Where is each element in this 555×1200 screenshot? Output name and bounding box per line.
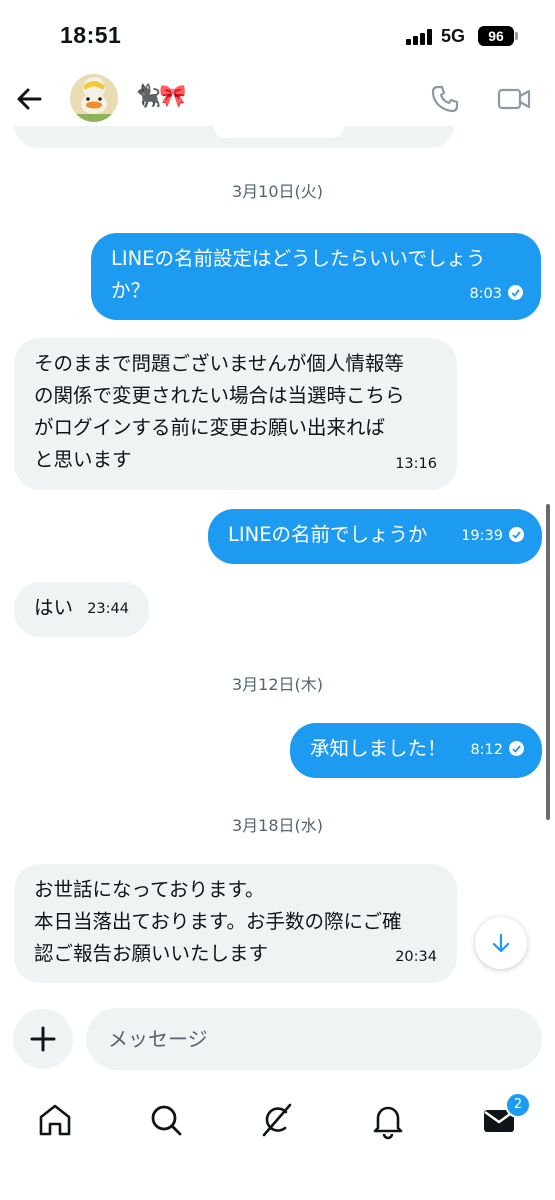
grok-icon	[262, 1103, 292, 1137]
nav-grok[interactable]	[255, 1098, 299, 1142]
avatar[interactable]	[70, 74, 118, 122]
battery-level: 96	[478, 26, 514, 46]
video-call-button[interactable]	[496, 84, 532, 114]
date-separator: 3月18日(水)	[231, 816, 324, 835]
bottom-navigation: 2	[0, 1080, 555, 1200]
message-text: お世話になっております。 本日当落出ております。お手数の際にご確 認ご報告お願い…	[34, 878, 402, 965]
add-attachment-button[interactable]	[13, 1009, 73, 1069]
message-composer	[0, 1000, 555, 1080]
message-input[interactable]	[86, 1008, 542, 1070]
back-button[interactable]	[12, 82, 46, 116]
message-time: 19:39	[461, 528, 503, 544]
message-time: 13:16	[395, 456, 437, 472]
message-incoming[interactable]: お世話になっております。 本日当落出ております。お手数の際にご確 認ご報告お願い…	[14, 864, 457, 983]
message-outgoing[interactable]: LINEの名前設定はどうしたらいいでしょう か？ 8:03	[91, 233, 541, 320]
search-icon	[151, 1105, 182, 1136]
read-check-icon	[508, 285, 523, 300]
message-meta: 8:12	[470, 734, 524, 766]
message-time: 8:12	[470, 742, 503, 758]
message-time: 23:44	[87, 601, 129, 617]
message-incoming[interactable]: はい 23:44	[14, 582, 149, 637]
scrollbar-thumb[interactable]	[546, 504, 550, 820]
read-check-icon	[509, 527, 524, 542]
contact-name[interactable]: 🐈‍⬛🎀	[134, 84, 187, 109]
messages-badge: 2	[505, 1092, 531, 1118]
message-time: 20:34	[395, 949, 437, 965]
battery-tip	[515, 32, 518, 40]
message-list[interactable]: 3月10日(火) LINEの名前設定はどうしたらいいでしょう か？ 8:03 そ…	[0, 126, 555, 1000]
nav-home[interactable]	[33, 1098, 77, 1142]
plus-icon	[30, 1026, 56, 1052]
message-meta: 19:39	[461, 520, 524, 552]
scroll-to-bottom-button[interactable]	[475, 917, 527, 969]
date-separator: 3月12日(木)	[231, 675, 324, 694]
nav-notifications[interactable]	[366, 1098, 410, 1142]
previous-message-quote	[214, 126, 344, 138]
nav-search[interactable]	[144, 1098, 188, 1142]
message-outgoing[interactable]: LINEの名前でしょうか 19:39	[208, 509, 542, 564]
status-time: 18:51	[60, 22, 122, 48]
date-separator: 3月10日(火)	[231, 182, 324, 201]
status-bar: 18:51 5G 96	[0, 0, 555, 72]
message-incoming[interactable]: そのままで問題ございませんが個人情報等 の関係で変更されたい場合は当選時こちら …	[14, 338, 457, 490]
message-text: そのままで問題ございませんが個人情報等 の関係で変更されたい場合は当選時こちら …	[34, 352, 405, 471]
signal-icon	[406, 29, 436, 45]
back-arrow-icon	[17, 88, 42, 110]
scroll-down-icon	[492, 933, 510, 953]
home-icon	[39, 1104, 71, 1136]
bell-icon	[373, 1106, 403, 1140]
network-type: 5G	[441, 26, 466, 46]
message-time: 8:03	[469, 286, 502, 302]
phone-icon	[431, 85, 459, 113]
conversation-header: 🐈‍⬛🎀	[0, 72, 555, 126]
message-meta: 8:03	[469, 278, 523, 310]
call-button[interactable]	[430, 84, 460, 114]
previous-message-bubble	[14, 126, 454, 148]
video-icon	[497, 88, 531, 110]
message-text: LINEの名前設定はどうしたらいいでしょう か？	[111, 247, 486, 302]
read-check-icon	[509, 741, 524, 756]
message-outgoing[interactable]: 承知しました！ 8:12	[290, 723, 542, 778]
